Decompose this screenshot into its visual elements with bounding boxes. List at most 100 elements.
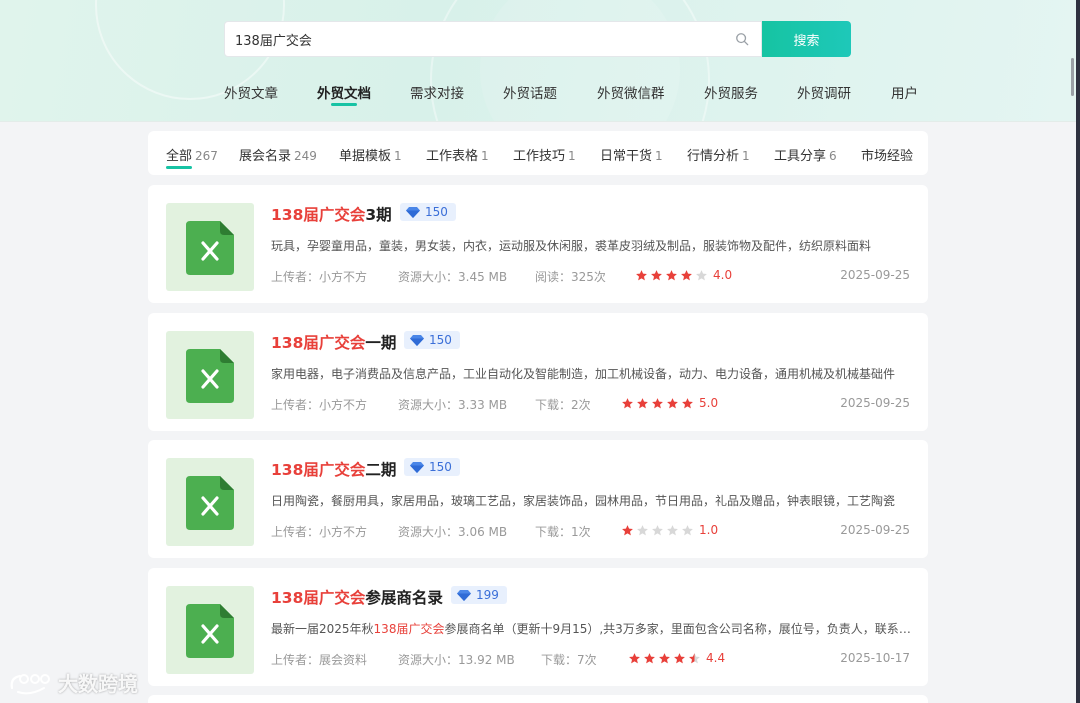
- star-filled-icon: [644, 653, 655, 664]
- excel-file-icon: [186, 349, 234, 403]
- uploader: 上传者：展会资料: [271, 653, 368, 667]
- tab-document-templates[interactable]: 单据模板 1: [339, 145, 402, 164]
- excel-file-icon: [186, 604, 234, 658]
- title-rest: 3期: [365, 206, 392, 224]
- document-title[interactable]: 138届广交会参展商名录: [271, 586, 443, 608]
- view-download-count: 下载：7次: [541, 653, 597, 667]
- star-rating: [621, 397, 694, 410]
- nav-item-users[interactable]: 用户: [891, 82, 918, 102]
- tab-daily-tips[interactable]: 日常干货 1: [600, 145, 663, 164]
- document-title[interactable]: 138届广交会二期: [271, 458, 396, 480]
- search-input[interactable]: [235, 22, 725, 56]
- star-filled-icon: [659, 653, 670, 664]
- star-filled-icon: [629, 653, 640, 664]
- upload-date: 2025-09-25: [840, 268, 910, 282]
- star-empty-icon: [637, 525, 648, 536]
- search-icon[interactable]: [735, 32, 749, 46]
- price-badge: 150: [400, 203, 456, 221]
- nav-item-services[interactable]: 外贸服务: [704, 82, 758, 102]
- nav-item-topics[interactable]: 外贸话题: [503, 82, 557, 102]
- document-title[interactable]: 138届广交会一期: [271, 331, 396, 353]
- star-filled-icon: [666, 270, 677, 281]
- star-empty-icon: [696, 270, 707, 281]
- tab-market-analysis[interactable]: 行情分析 1: [687, 145, 750, 164]
- document-description: 玩具，孕婴童用品，童装，男女装，内衣，运动服及休闲服，裘革皮羽绒及制品，服装饰物…: [271, 237, 911, 254]
- price-badge: 150: [404, 331, 460, 349]
- document-description: 日用陶瓷，餐厨用具，家居用品，玻璃工艺品，家居装饰品，园林用品，节日用品，礼品及…: [271, 492, 911, 509]
- view-download-count: 下载：2次: [535, 398, 591, 412]
- nav-item-demand[interactable]: 需求对接: [410, 82, 464, 102]
- rating-value: 4.0: [713, 268, 733, 282]
- star-filled-icon: [667, 398, 678, 409]
- tab-tool-sharing[interactable]: 工具分享 6: [774, 145, 837, 164]
- star-half-icon: [689, 653, 700, 664]
- star-empty-icon: [652, 525, 663, 536]
- nav-item-wechat-groups[interactable]: 外贸微信群: [597, 82, 665, 102]
- document-card[interactable]: 138届广交会二期 150 日用陶瓷，餐厨用具，家居用品，玻璃工艺品，家居装饰品，园…: [148, 440, 928, 558]
- tab-work-tips[interactable]: 工作技巧 1: [513, 145, 576, 164]
- document-card[interactable]: 138届广交会一期 150 家用电器，电子消费品及信息产品，工业自动化及智能制造，加…: [148, 313, 928, 431]
- star-filled-icon: [651, 270, 662, 281]
- tab-exhibitor-lists[interactable]: 展会名录 249: [239, 145, 317, 164]
- document-title[interactable]: 138届广交会3期: [271, 203, 392, 225]
- diamond-icon: [410, 461, 424, 473]
- rating-value: 4.4: [706, 651, 726, 665]
- star-empty-icon: [667, 525, 678, 536]
- file-thumbnail[interactable]: [166, 203, 254, 291]
- view-download-count: 下载：1次: [535, 525, 591, 539]
- nav-item-research[interactable]: 外贸调研: [797, 82, 851, 102]
- title-highlight: 138届广交会: [271, 206, 366, 224]
- star-filled-icon: [674, 653, 685, 664]
- price-value: 150: [429, 333, 452, 347]
- search-box[interactable]: [224, 21, 762, 57]
- star-filled-icon: [652, 398, 663, 409]
- desc-highlight: 138届广交会: [373, 622, 445, 636]
- star-filled-icon: [682, 398, 693, 409]
- price-value: 199: [476, 588, 499, 602]
- upload-date: 2025-09-25: [840, 396, 910, 410]
- upload-date: 2025-09-25: [840, 523, 910, 537]
- document-card[interactable]: 138届广交会3期 150 玩具，孕婴童用品，童装，男女装，内衣，运动服及休闲服，裘…: [148, 185, 928, 303]
- star-filled-icon: [622, 398, 633, 409]
- tab-all[interactable]: 全部 267: [166, 145, 218, 169]
- header-banner: 搜索 外贸文章 外贸文档 需求对接 外贸话题 外贸微信群 外贸服务 外贸调研 用…: [0, 0, 1076, 122]
- desc-text: 参展商名单（更新十9月15）,共3万多家，里面包含公司名称，展位号，负责人，联系…: [444, 622, 911, 636]
- file-thumbnail[interactable]: [166, 586, 254, 674]
- title-rest: 二期: [365, 461, 397, 479]
- search-button[interactable]: 搜索: [762, 21, 851, 57]
- price-badge: 150: [404, 458, 460, 476]
- view-download-count: 阅读：325次: [535, 270, 606, 284]
- watermark-icon: [10, 673, 50, 694]
- file-size: 资源大小：3.06 MB: [398, 525, 508, 539]
- file-size: 资源大小：3.45 MB: [398, 270, 508, 284]
- star-empty-icon: [682, 525, 693, 536]
- star-filled-icon: [681, 270, 692, 281]
- excel-file-icon: [186, 476, 234, 530]
- uploader: 上传者：小方不方: [271, 270, 368, 284]
- file-size: 资源大小：13.92 MB: [398, 653, 515, 667]
- diamond-icon: [410, 334, 424, 346]
- star-rating: [635, 269, 708, 282]
- file-thumbnail[interactable]: [166, 458, 254, 546]
- price-value: 150: [429, 460, 452, 474]
- star-filled-icon: [636, 270, 647, 281]
- file-thumbnail[interactable]: [166, 331, 254, 419]
- rating-value: 1.0: [699, 523, 719, 537]
- tab-spreadsheets[interactable]: 工作表格 1: [426, 145, 489, 164]
- nav-item-documents[interactable]: 外贸文档: [317, 82, 371, 106]
- star-rating: [628, 652, 701, 665]
- uploader: 上传者：小方不方: [271, 398, 368, 412]
- desc-text: 玩具，孕婴童用品，童装，男女装，内衣，运动服及休闲服，裘革皮羽绒及制品，服装饰物…: [271, 239, 872, 253]
- document-description: 最新一届2025年秋138届广交会参展商名单（更新十9月15）,共3万多家，里面…: [271, 620, 911, 637]
- title-rest: 一期: [365, 334, 397, 352]
- main-nav: 外贸文章 外贸文档 需求对接 外贸话题 外贸微信群 外贸服务 外贸调研 用户: [0, 82, 1076, 106]
- title-highlight: 138届广交会: [271, 461, 366, 479]
- scrollbar-thumb[interactable]: [1071, 58, 1074, 96]
- title-highlight: 138届广交会: [271, 589, 366, 607]
- nav-item-articles[interactable]: 外贸文章: [224, 82, 278, 102]
- scrollbar-track[interactable]: [1076, 0, 1080, 703]
- document-card[interactable]: 138届广交会参展商名录 199 最新一届2025年秋138届广交会参展商名单（更新…: [148, 568, 928, 686]
- document-card-partial[interactable]: [148, 695, 928, 703]
- tab-market-experience[interactable]: 市场经验: [861, 145, 916, 164]
- star-filled-icon: [622, 525, 633, 536]
